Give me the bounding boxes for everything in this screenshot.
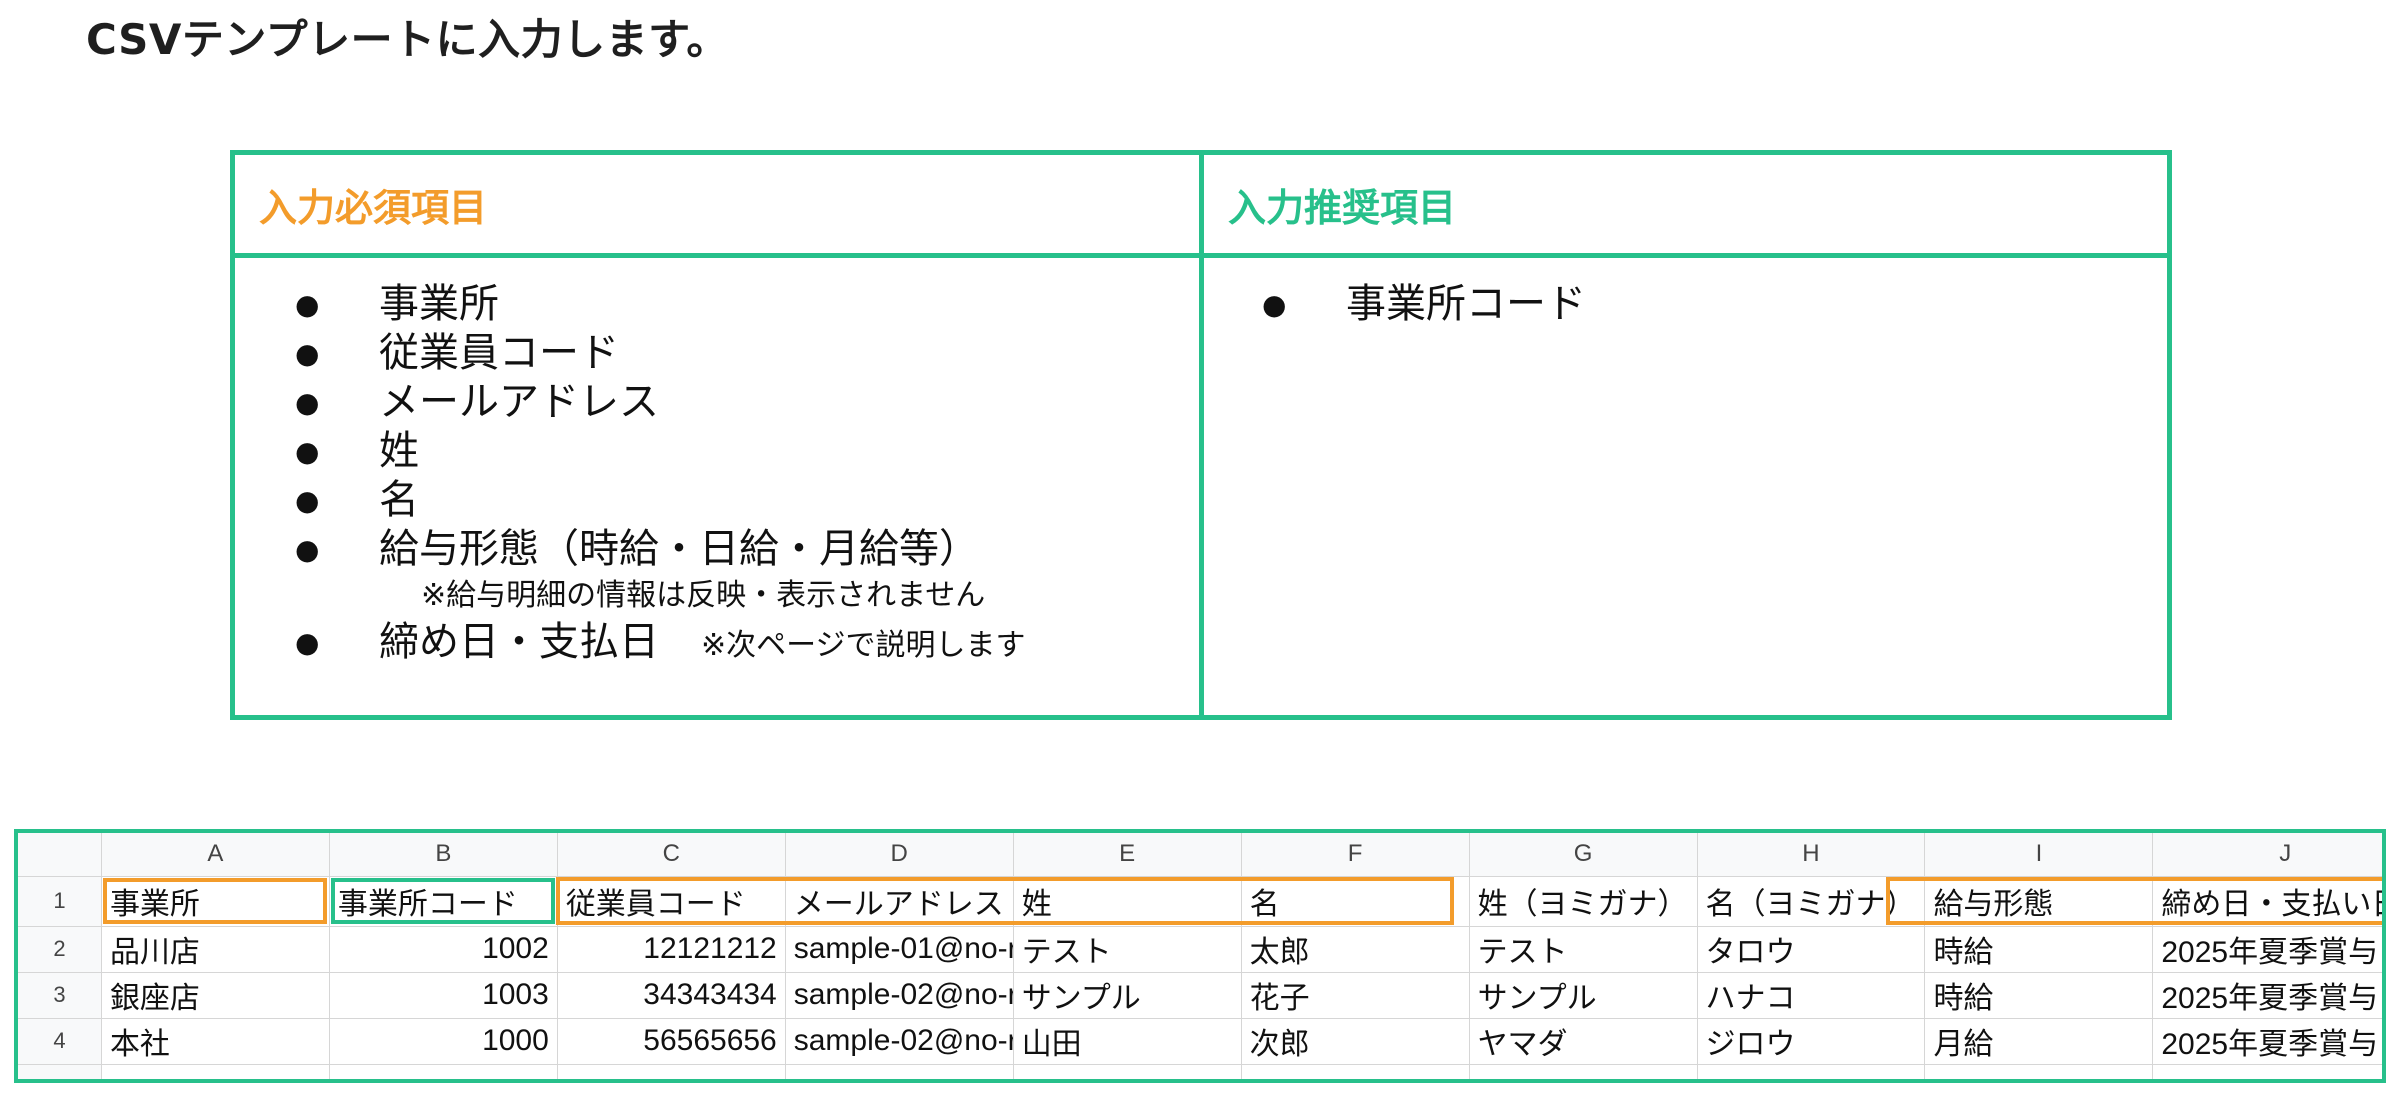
table-cell[interactable]: ヤマダ [1469, 1018, 1698, 1065]
column-header-i[interactable]: I [1924, 833, 2154, 877]
table-cell[interactable] [1924, 1064, 2154, 1079]
column-header-b[interactable]: B [329, 833, 558, 877]
header-cell-email[interactable]: メールアドレス [785, 876, 1014, 927]
table-cell[interactable] [1241, 1064, 1470, 1079]
corner-cell[interactable] [18, 833, 102, 877]
column-header-d[interactable]: D [785, 833, 1014, 877]
table-cell[interactable]: サンプル [1469, 972, 1698, 1019]
table-cell[interactable]: 月給 [1924, 1018, 2154, 1065]
header-cell-office-code[interactable]: 事業所コード [329, 876, 558, 927]
required-list-cell: 事業所 従業員コード メールアドレス 姓 名 給与形態（時給・日給・月給等） ※給… [235, 258, 1204, 715]
column-header-h[interactable]: H [1697, 833, 1926, 877]
row-number[interactable]: 2 [18, 926, 102, 973]
salary-type-label: 給与形態（時給・日給・月給等） [379, 526, 979, 572]
table-cell[interactable] [101, 1064, 330, 1079]
table-cell[interactable] [1469, 1064, 1698, 1079]
required-header-cell: 入力必須項目 [235, 155, 1204, 258]
row-number[interactable]: 4 [18, 1018, 102, 1065]
closing-date-label: 締め日・支払日 [379, 619, 659, 665]
table-cell[interactable]: ジロウ [1697, 1018, 1926, 1065]
table-cell[interactable]: 2025年夏季賞与 [2152, 972, 2382, 1019]
header-cell-closing-date[interactable]: 締め日・支払い日 [2152, 876, 2382, 927]
column-header-a[interactable]: A [101, 833, 330, 877]
table-cell[interactable]: sample-02@no-r [785, 1018, 1014, 1065]
table-cell[interactable]: テスト [1469, 926, 1698, 973]
header-cell-last-name-kana[interactable]: 姓（ヨミガナ） [1469, 876, 1698, 927]
list-item: 事業所 [235, 280, 1199, 329]
table-cell[interactable]: 2025年夏季賞与 [2152, 1018, 2382, 1065]
table-cell[interactable]: 12121212 [557, 926, 786, 973]
table-cell[interactable]: 1003 [329, 972, 558, 1019]
table-row [18, 1064, 2382, 1079]
table-row: 3 銀座店 1003 34343434 sample-02@no-r サンプル … [18, 972, 2382, 1019]
list-item: メールアドレス [235, 378, 1199, 427]
salary-note: ※給与明細の情報は反映・表示されません [421, 578, 986, 613]
table-cell[interactable] [1013, 1064, 1242, 1079]
spreadsheet-preview: A B C D E F G H I J 1 事業所 事業所コード 従業員コード … [14, 829, 2386, 1083]
column-header-g[interactable]: G [1469, 833, 1698, 877]
column-header-c[interactable]: C [557, 833, 786, 877]
table-cell[interactable]: 次郎 [1241, 1018, 1470, 1065]
header-cell-first-name-kana[interactable]: 名（ヨミガナ） [1697, 876, 1926, 927]
list-item: 締め日・支払日 ※次ページで説明します [235, 618, 1199, 670]
table-cell[interactable]: sample-02@no-r [785, 972, 1014, 1019]
table-cell[interactable]: 銀座店 [101, 972, 330, 1019]
list-item: 従業員コード [235, 329, 1199, 378]
table-cell[interactable]: サンプル [1013, 972, 1242, 1019]
list-item: 名 [235, 476, 1199, 525]
row-number[interactable] [18, 1064, 102, 1079]
list-item: 事業所コード [1204, 280, 2167, 329]
recommended-heading: 入力推奨項目 [1228, 185, 1457, 230]
field-requirements-table: 入力必須項目 入力推奨項目 事業所 従業員コード メールアドレス 姓 名 給与形… [230, 150, 2172, 720]
table-cell[interactable] [785, 1064, 1014, 1079]
table-cell[interactable]: 34343434 [557, 972, 786, 1019]
header-cell-office[interactable]: 事業所 [101, 876, 330, 927]
table-cell[interactable]: 時給 [1924, 972, 2154, 1019]
table-cell[interactable]: 56565656 [557, 1018, 786, 1065]
table-cell[interactable]: タロウ [1697, 926, 1926, 973]
table-cell[interactable]: 品川店 [101, 926, 330, 973]
table-cell[interactable] [557, 1064, 786, 1079]
spreadsheet-grid: A B C D E F G H I J 1 事業所 事業所コード 従業員コード … [18, 833, 2382, 1079]
header-cell-salary-type[interactable]: 給与形態 [1924, 876, 2154, 927]
table-cell[interactable] [2152, 1064, 2382, 1079]
table-row: 2 品川店 1002 12121212 sample-01@no-r テスト 太… [18, 926, 2382, 973]
table-cell[interactable]: sample-01@no-r [785, 926, 1014, 973]
header-cell-last-name[interactable]: 姓 [1013, 876, 1242, 927]
table-cell[interactable]: 2025年夏季賞与 [2152, 926, 2382, 973]
recommended-list-cell: 事業所コード [1204, 258, 2167, 715]
table-cell[interactable]: テスト [1013, 926, 1242, 973]
column-header-j[interactable]: J [2152, 833, 2382, 877]
row-number[interactable]: 3 [18, 972, 102, 1019]
table-cell[interactable]: ハナコ [1697, 972, 1926, 1019]
next-page-note: ※次ページで説明します [701, 628, 1026, 663]
required-list: 事業所 従業員コード メールアドレス 姓 名 給与形態（時給・日給・月給等） ※給… [235, 258, 1199, 670]
header-cell-employee-code[interactable]: 従業員コード [557, 876, 786, 927]
column-header-e[interactable]: E [1013, 833, 1242, 877]
column-header-f[interactable]: F [1241, 833, 1470, 877]
table-cell[interactable]: 1000 [329, 1018, 558, 1065]
list-item: 姓 [235, 427, 1199, 476]
table-cell[interactable]: 本社 [101, 1018, 330, 1065]
header-row: 1 事業所 事業所コード 従業員コード メールアドレス 姓 名 姓（ヨミガナ） … [18, 876, 2382, 927]
row-number[interactable]: 1 [18, 876, 102, 927]
table-cell[interactable]: 花子 [1241, 972, 1470, 1019]
required-heading: 入力必須項目 [259, 185, 488, 230]
recommended-list: 事業所コード [1204, 258, 2167, 329]
table-cell[interactable] [329, 1064, 558, 1079]
recommended-header-cell: 入力推奨項目 [1204, 155, 2167, 258]
table-cell[interactable]: 1002 [329, 926, 558, 973]
table-cell[interactable]: 太郎 [1241, 926, 1470, 973]
list-item: 給与形態（時給・日給・月給等） ※給与明細の情報は反映・表示されません [235, 525, 1199, 618]
header-cell-first-name[interactable]: 名 [1241, 876, 1470, 927]
table-cell[interactable]: 山田 [1013, 1018, 1242, 1065]
table-cell[interactable]: 時給 [1924, 926, 2154, 973]
page-title: CSVテンプレートに入力します。 [86, 15, 729, 64]
table-cell[interactable] [1697, 1064, 1926, 1079]
table-row: 4 本社 1000 56565656 sample-02@no-r 山田 次郎 … [18, 1018, 2382, 1065]
